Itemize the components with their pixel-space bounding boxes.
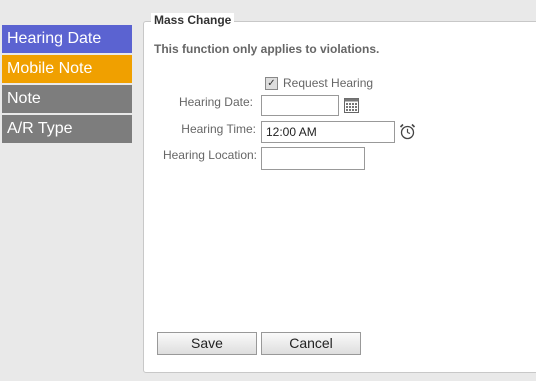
sidebar-item-label: Mobile Note (7, 60, 93, 77)
calendar-icon[interactable] (344, 98, 359, 113)
sidebar: Hearing Date Mobile Note Note A/R Type (2, 25, 132, 145)
sidebar-item-note[interactable]: Note (2, 85, 132, 113)
mass-change-panel (143, 21, 536, 373)
save-button[interactable]: Save (157, 332, 257, 355)
request-hearing-row: ✓ Request Hearing (265, 76, 373, 90)
hearing-time-field[interactable] (261, 121, 395, 143)
hearing-location-field[interactable] (261, 147, 365, 170)
sidebar-item-label: Note (7, 90, 41, 107)
sidebar-item-label: A/R Type (7, 120, 73, 137)
sidebar-item-mobile-note[interactable]: Mobile Note (2, 55, 132, 83)
request-hearing-label: Request Hearing (283, 76, 374, 90)
sidebar-item-hearing-date[interactable]: Hearing Date (2, 25, 132, 53)
sidebar-item-ar-type[interactable]: A/R Type (2, 115, 132, 143)
hearing-date-label: Hearing Date: (178, 95, 253, 109)
request-hearing-checkbox[interactable]: ✓ (265, 76, 278, 90)
sidebar-item-label: Hearing Date (7, 30, 102, 47)
panel-note: This function only applies to violations… (154, 42, 380, 56)
panel-legend: Mass Change (151, 13, 235, 27)
hearing-location-label: Hearing Location: (162, 148, 257, 162)
hearing-time-label: Hearing Time: (181, 122, 256, 136)
hearing-date-field[interactable] (261, 95, 339, 116)
cancel-button[interactable]: Cancel (261, 332, 361, 355)
alarm-clock-icon[interactable] (399, 123, 416, 140)
